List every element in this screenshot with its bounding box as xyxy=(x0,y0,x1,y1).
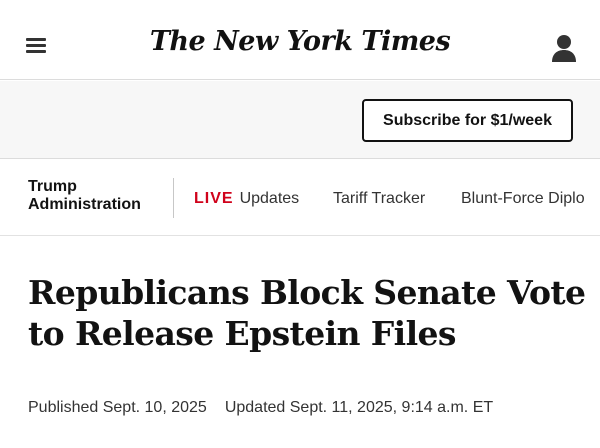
site-logo[interactable]: The New York Times xyxy=(0,26,600,57)
updated-date: Updated Sept. 11, 2025, 9:14 a.m. ET xyxy=(224,399,494,416)
live-badge: LIVE xyxy=(194,190,234,207)
nav-item-tariff-tracker[interactable]: Tariff Tracker xyxy=(333,190,425,208)
section-title-line2: Administration xyxy=(28,196,141,213)
nav-item-blunt-force-diplomacy[interactable]: Blunt-Force Diplo xyxy=(461,190,585,208)
subscribe-button[interactable]: Subscribe for $1/week xyxy=(362,99,573,142)
section-nav: Trump Administration LIVE Updates Tariff … xyxy=(0,160,600,236)
user-account-icon[interactable] xyxy=(551,33,577,63)
nav-item-live-updates[interactable]: LIVE Updates xyxy=(194,190,299,208)
section-title-line1: Trump xyxy=(28,178,77,195)
published-date: Published Sept. 10, 2025 xyxy=(28,399,207,416)
subscribe-band: Subscribe for $1/week xyxy=(0,81,600,159)
article-headline: Republicans Block Senate Vote to Release… xyxy=(28,273,586,353)
nav-item-label: Updates xyxy=(239,190,300,207)
section-title-link[interactable]: Trump Administration xyxy=(28,178,141,214)
article-dateline: Published Sept. 10, 2025 Updated Sept. 11… xyxy=(28,399,493,417)
nav-divider xyxy=(173,178,174,218)
masthead: The New York Times xyxy=(0,0,600,80)
